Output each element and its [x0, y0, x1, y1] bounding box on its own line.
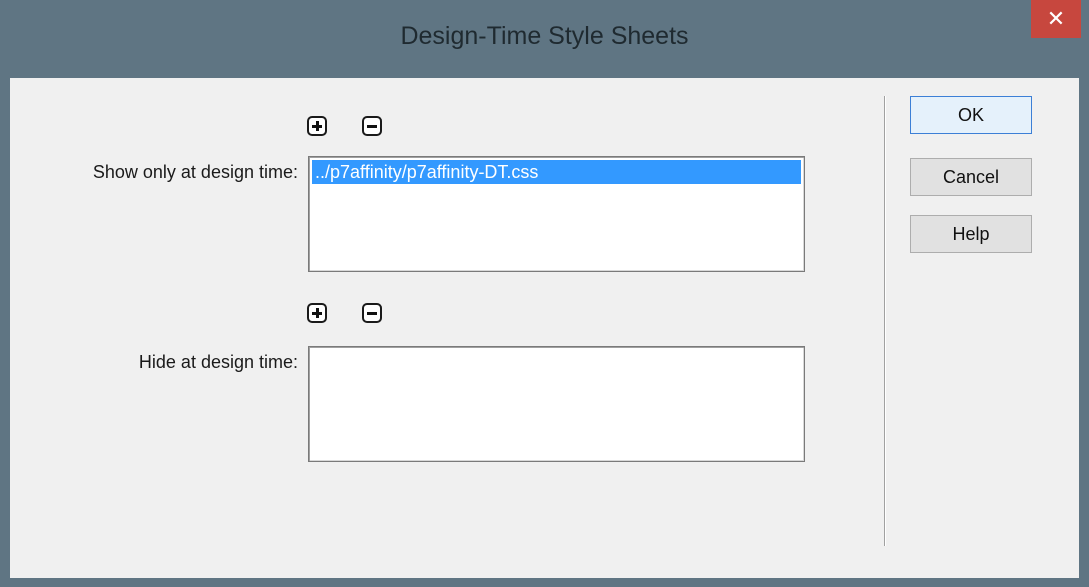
hide-label: Hide at design time:: [138, 352, 298, 372]
help-button[interactable]: Help: [910, 215, 1032, 253]
vertical-divider: [884, 96, 885, 546]
title-bar: Design-Time Style Sheets ✕: [0, 0, 1089, 80]
window-title: Design-Time Style Sheets: [400, 22, 689, 50]
hide-listbox[interactable]: [308, 346, 805, 462]
ok-button[interactable]: OK: [910, 96, 1032, 134]
show-remove-button[interactable]: [362, 116, 382, 136]
close-icon: ✕: [1046, 6, 1066, 31]
show-only-label: Show only at design time:: [92, 162, 298, 182]
hide-remove-button[interactable]: [362, 303, 382, 323]
plus-icon-vertical: [316, 308, 319, 318]
plus-icon-vertical: [316, 121, 319, 131]
list-item[interactable]: ../p7affinity/p7affinity-DT.css: [312, 160, 801, 184]
minus-icon: [367, 125, 377, 128]
hide-add-button[interactable]: [307, 303, 327, 323]
minus-icon: [367, 312, 377, 315]
dialog-window: Design-Time Style Sheets ✕ Show only at …: [0, 0, 1089, 587]
cancel-button[interactable]: Cancel: [910, 158, 1032, 196]
dialog-content: Show only at design time: ../p7affinity/…: [10, 78, 1079, 578]
show-add-button[interactable]: [307, 116, 327, 136]
close-button[interactable]: ✕: [1031, 0, 1081, 38]
show-only-listbox[interactable]: ../p7affinity/p7affinity-DT.css: [308, 156, 805, 272]
